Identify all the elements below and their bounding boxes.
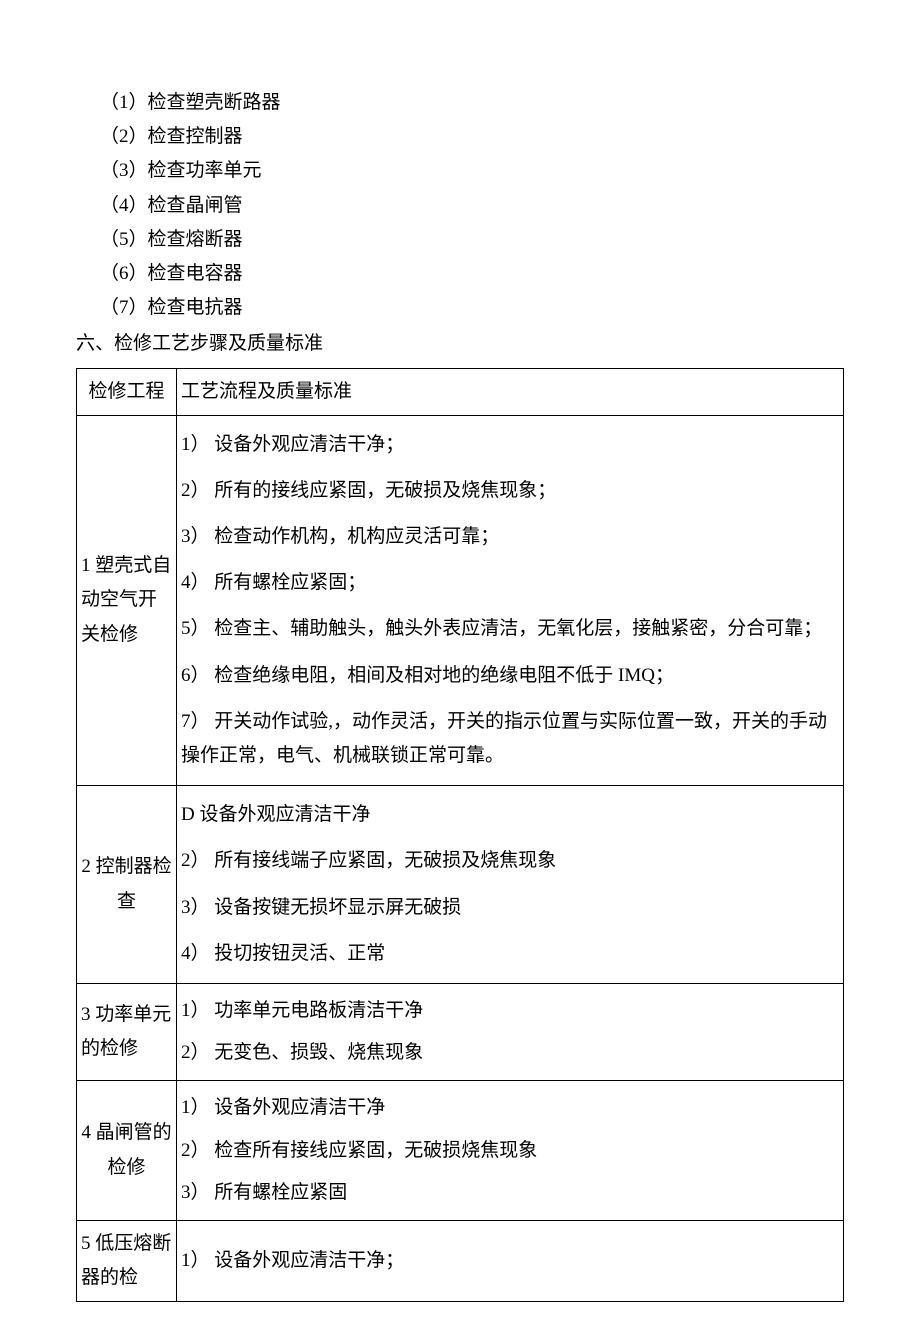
table-header-row: 检修工程 工艺流程及质量标准	[77, 368, 844, 415]
table-row: 2 控制器检查 D 设备外观应清洁干净 2） 所有接线端子应紧固，无破损及烧焦现…	[77, 786, 844, 984]
step-text: 3） 检查动作机构，机构应灵活可靠；	[181, 514, 839, 560]
row-steps-cell: 1） 功率单元电路板清洁干净 2） 无变色、损毁、烧焦现象	[177, 983, 844, 1080]
list-item: （2）检查控制器	[100, 120, 844, 154]
step-text: 2） 所有的接线应紧固，无破损及烧焦现象；	[181, 468, 839, 514]
intro-numbered-list: （1）检查塑壳断路器 （2）检查控制器 （3）检查功率单元 （4）检查晶闸管 （…	[76, 86, 844, 325]
list-item: （7）检查电抗器	[100, 291, 844, 325]
row-name-cell: 4 晶闸管的检修	[77, 1081, 177, 1221]
row-name-cell: 5 低压熔断器的检	[77, 1220, 177, 1301]
step-text: D 设备外观应清洁干净	[181, 792, 839, 838]
table-row: 4 晶闸管的检修 1） 设备外观应清洁干净 2） 检查所有接线应紧固，无破损烧焦…	[77, 1081, 844, 1221]
step-text: 2） 无变色、损毁、烧焦现象	[181, 1032, 839, 1074]
row-steps-cell: 1） 设备外观应清洁干净；	[177, 1220, 844, 1301]
row-steps-cell: 1） 设备外观应清洁干净 2） 检查所有接线应紧固，无破损烧焦现象 3） 所有螺…	[177, 1081, 844, 1221]
document-page: （1）检查塑壳断路器 （2）检查控制器 （3）检查功率单元 （4）检查晶闸管 （…	[0, 0, 920, 1342]
step-text: 1） 功率单元电路板清洁干净	[181, 990, 839, 1032]
list-item: （1）检查塑壳断路器	[100, 86, 844, 120]
procedure-table: 检修工程 工艺流程及质量标准 1 塑壳式自动空气开关检修 1） 设备外观应清洁干…	[76, 368, 844, 1303]
table-header-cell-2: 工艺流程及质量标准	[177, 368, 844, 415]
step-text: 7） 开关动作试验,，动作灵活，开关的指示位置与实际位置一致，开关的手动操作正常…	[181, 699, 839, 779]
row-steps-cell: 1） 设备外观应清洁干净； 2） 所有的接线应紧固，无破损及烧焦现象； 3） 检…	[177, 415, 844, 786]
list-item: （6）检查电容器	[100, 257, 844, 291]
step-text: 4） 投切按钮灵活、正常	[181, 931, 839, 977]
section-heading-six: 六、检修工艺步骤及质量标准	[76, 327, 844, 361]
step-text: 6） 检查绝缘电阻，相间及相对地的绝缘电阻不低于 IMQ；	[181, 653, 839, 699]
table-row: 5 低压熔断器的检 1） 设备外观应清洁干净；	[77, 1220, 844, 1301]
step-text: 3） 所有螺栓应紧固	[181, 1172, 839, 1214]
list-item: （4）检查晶闸管	[100, 189, 844, 223]
row-name-cell: 2 控制器检查	[77, 786, 177, 984]
step-text: 5） 检查主、辅助触头，触头外表应清洁，无氧化层，接触紧密，分合可靠；	[181, 606, 839, 652]
row-name-cell: 1 塑壳式自动空气开关检修	[77, 415, 177, 786]
row-steps-cell: D 设备外观应清洁干净 2） 所有接线端子应紧固，无破损及烧焦现象 3） 设备按…	[177, 786, 844, 984]
table-row: 3 功率单元的检修 1） 功率单元电路板清洁干净 2） 无变色、损毁、烧焦现象	[77, 983, 844, 1080]
row-name-cell: 3 功率单元的检修	[77, 983, 177, 1080]
table-header-cell-1: 检修工程	[77, 368, 177, 415]
step-text: 4） 所有螺栓应紧固；	[181, 560, 839, 606]
step-text: 2） 所有接线端子应紧固，无破损及烧焦现象	[181, 838, 839, 884]
list-item: （3）检查功率单元	[100, 154, 844, 188]
step-text: 3） 设备按键无损坏显示屏无破损	[181, 885, 839, 931]
list-item: （5）检查熔断器	[100, 223, 844, 257]
step-text: 1） 设备外观应清洁干净；	[181, 1240, 839, 1282]
step-text: 1） 设备外观应清洁干净；	[181, 422, 839, 468]
step-text: 2） 检查所有接线应紧固，无破损烧焦现象	[181, 1130, 839, 1172]
step-text: 1） 设备外观应清洁干净	[181, 1087, 839, 1129]
table-row: 1 塑壳式自动空气开关检修 1） 设备外观应清洁干净； 2） 所有的接线应紧固，…	[77, 415, 844, 786]
